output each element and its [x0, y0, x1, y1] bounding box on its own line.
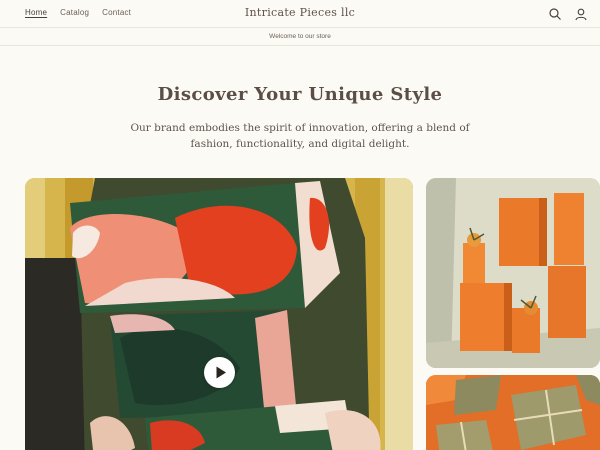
announcement-bar: Welcome to our store	[269, 33, 331, 40]
announcement-divider	[0, 45, 600, 46]
play-icon	[216, 366, 226, 379]
account-icon[interactable]	[574, 7, 588, 21]
orange-boxes-image	[426, 178, 600, 368]
hero-video-tile[interactable]	[25, 178, 413, 450]
hero-subtitle: Our brand embodies the spirit of innovat…	[130, 122, 470, 150]
brand-logo[interactable]: Intricate Pieces llc	[0, 6, 600, 19]
header-icons	[548, 7, 588, 21]
play-button[interactable]	[204, 357, 235, 388]
search-icon[interactable]	[548, 7, 562, 21]
wrapped-gifts-image-tile[interactable]	[426, 375, 600, 450]
hero-title: Discover Your Unique Style	[157, 84, 443, 105]
site-header: Home Catalog Contact Intricate Pieces ll…	[0, 0, 600, 28]
wrapped-gifts-image	[426, 375, 600, 450]
gift-boxes-image	[25, 178, 413, 450]
orange-boxes-image-tile[interactable]	[426, 178, 600, 368]
